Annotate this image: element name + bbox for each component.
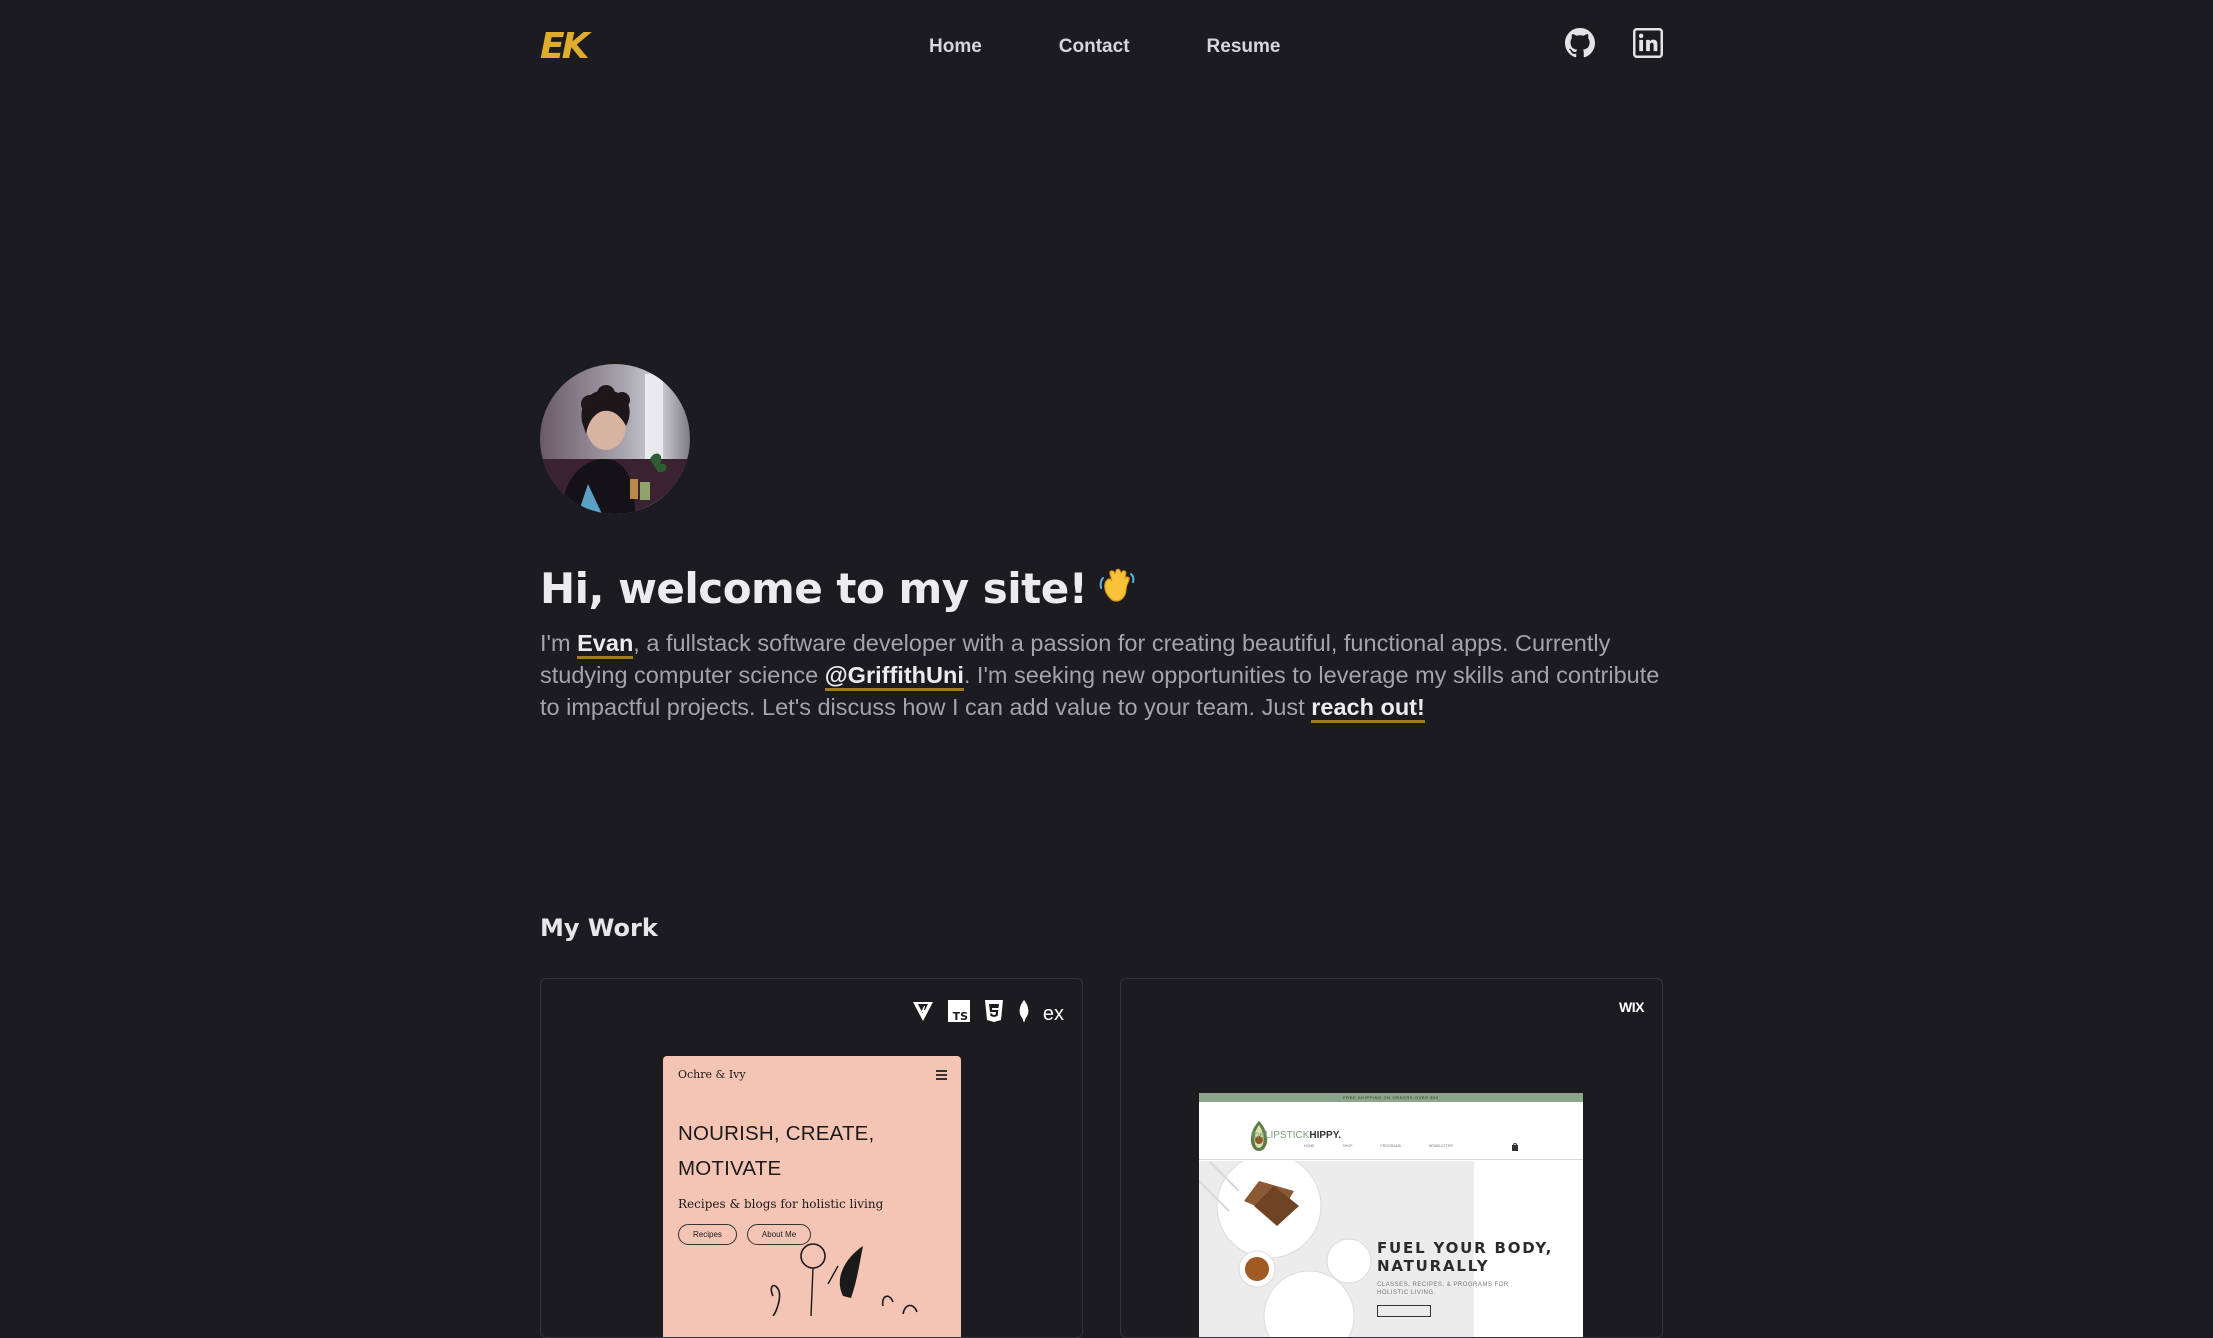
preview-nav-item: SHOP	[1342, 1144, 1353, 1148]
hero-title-text: Hi, welcome to my site!	[540, 564, 1088, 613]
svg-text:TS: TS	[952, 1010, 968, 1023]
tech-stack: TS ex	[911, 999, 1064, 1028]
preview-subtitle: CLASSES, RECIPES, & PROGRAMS FOR HOLISTI…	[1377, 1282, 1509, 1296]
preview-brand: theLIPSTICKHIPPY.	[1251, 1130, 1341, 1141]
intro-text-1: I'm	[540, 630, 578, 656]
preview-brand-prefix: the	[1251, 1130, 1265, 1141]
project-card-lipstick-hippy[interactable]: WIX FREE SHIPPING ON ORDERS OVER $50 the…	[1120, 978, 1663, 1338]
tech-stack: WIX	[1619, 999, 1644, 1015]
linkedin-icon[interactable]	[1633, 28, 1663, 58]
preview-brand-mid: LIPSTICK	[1264, 1130, 1310, 1141]
hero-title: Hi, welcome to my site!	[540, 560, 1137, 621]
typescript-icon: TS	[947, 999, 971, 1028]
express-icon: ex	[1042, 1002, 1064, 1025]
ochre-ivy-preview: Ochre & Ivy NOURISH, CREATE, MOTIVATE Re…	[663, 1056, 961, 1337]
project-card-ochre-ivy[interactable]: TS ex Ochre & Ivy NOURISH, CREATE, MOTIV…	[540, 978, 1083, 1338]
waving-hand-icon	[1097, 563, 1137, 621]
university-link[interactable]: @GriffithUni	[824, 662, 964, 691]
top-nav: EK Home Contact Resume	[540, 0, 1663, 94]
preview-headline-line-2: NATURALLY	[1377, 1257, 1490, 1275]
wix-icon: WIX	[1619, 999, 1644, 1015]
nav-link-home[interactable]: Home	[929, 34, 982, 60]
preview-headline: FUEL YOUR BODY, NATURALLY	[1377, 1239, 1553, 1275]
hamburger-menu-icon	[936, 1070, 947, 1082]
preview-subtitle: Recipes & blogs for holistic living	[678, 1197, 884, 1211]
intro-paragraph: I'm Evan, a fullstack software developer…	[540, 627, 1663, 723]
preview-brand-suffix: HIPPY.	[1309, 1130, 1342, 1141]
vite-icon	[911, 999, 935, 1028]
css3-icon	[983, 999, 1005, 1028]
nav-link-resume[interactable]: Resume	[1207, 34, 1281, 60]
name-link[interactable]: Evan	[577, 630, 634, 659]
work-section-title: My Work	[540, 914, 658, 942]
mongodb-icon	[1017, 999, 1031, 1028]
lipstick-hippy-preview: FREE SHIPPING ON ORDERS OVER $50 theLIPS…	[1199, 1093, 1583, 1337]
preview-headline-line-1: FUEL YOUR BODY,	[1377, 1239, 1554, 1257]
preview-banner: FREE SHIPPING ON ORDERS OVER $50	[1199, 1093, 1583, 1102]
preview-shop-button	[1377, 1305, 1431, 1317]
preview-nav-item: PROGRAMS	[1380, 1144, 1401, 1148]
nav-links: Home Contact Resume	[929, 34, 1280, 60]
preview-brand: Ochre & Ivy	[678, 1068, 746, 1081]
preview-recipes-button: Recipes	[678, 1224, 737, 1245]
social-links	[1565, 28, 1663, 58]
avatar	[540, 364, 690, 514]
preview-nav: HOME SHOP PROGRAMS NEWSLETTER	[1304, 1144, 1453, 1148]
line-art-illustration	[770, 1243, 918, 1316]
nav-link-contact[interactable]: Contact	[1059, 34, 1130, 60]
preview-header: theLIPSTICKHIPPY. HOME SHOP PROGRAMS NEW…	[1199, 1102, 1583, 1160]
preview-nav-item: NEWSLETTER	[1428, 1144, 1453, 1148]
github-icon[interactable]	[1565, 28, 1595, 58]
contact-link[interactable]: reach out!	[1311, 694, 1425, 723]
cart-icon	[1512, 1143, 1518, 1151]
preview-nav-item: HOME	[1304, 1144, 1315, 1148]
site-logo[interactable]: EK	[540, 26, 589, 68]
preview-headline: NOURISH, CREATE, MOTIVATE	[678, 1122, 875, 1180]
